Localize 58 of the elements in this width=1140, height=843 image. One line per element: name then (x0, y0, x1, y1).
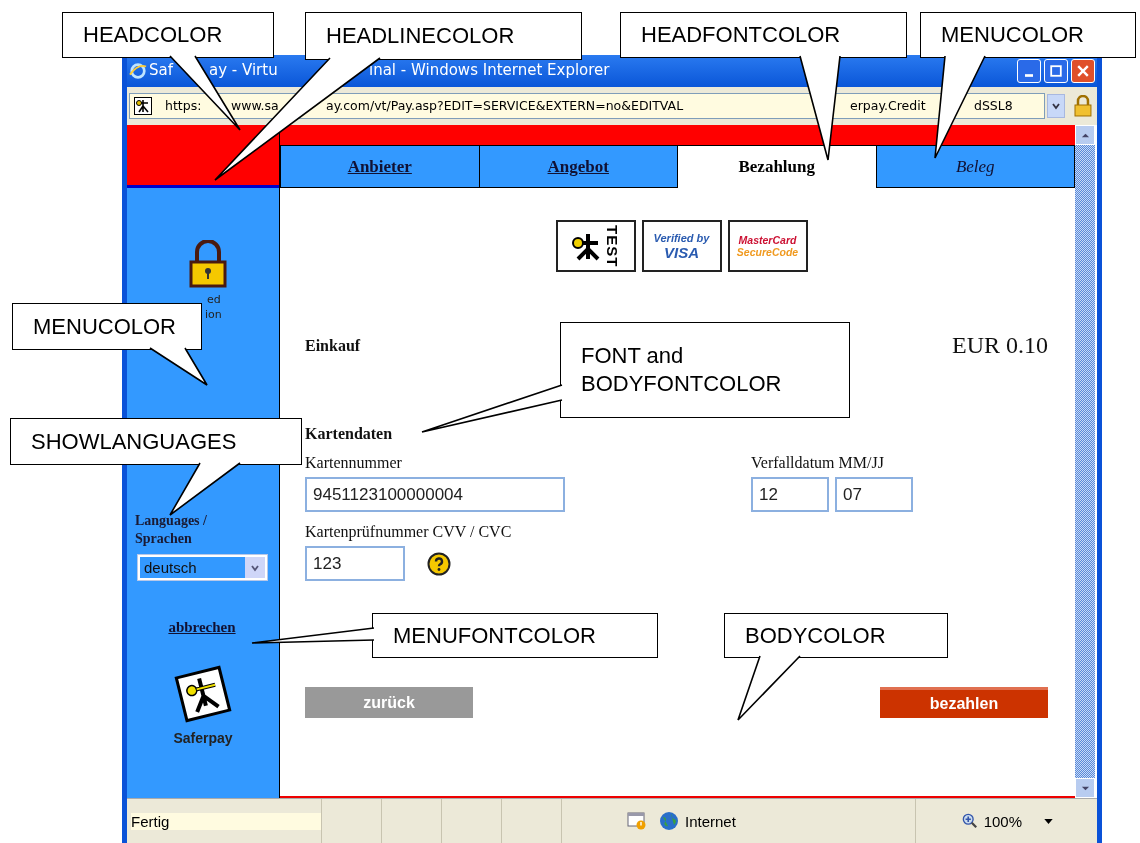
menu-label: ion (205, 308, 222, 321)
menu-label: ed (207, 293, 221, 306)
card-scheme-badge: MasterCard SecureCode (727, 220, 808, 272)
tab[interactable]: Beleg (876, 145, 1075, 188)
callout-label: HEADCOLOR (62, 12, 274, 58)
zoom-icon (961, 813, 978, 829)
field-label: Kartenprüfnummer CVV / CVC (305, 522, 513, 542)
logo-caption: Saferpay (173, 730, 233, 746)
scroll-up-button[interactable] (1075, 125, 1095, 145)
callout-label: MENUCOLOR (920, 12, 1136, 58)
zone-label: Internet (685, 812, 736, 830)
padlock-icon (1073, 95, 1093, 117)
window-title: Saf (149, 61, 173, 79)
address-field[interactable]: https: www.sa ay.com/vt/Pay.asp?EDIT=SERVICE&EXTERN=no&EDITVAL erpay.Credit dSSL8 (129, 93, 1046, 119)
window-title: inal - Windows Internet Explorer (369, 61, 610, 79)
close-button[interactable] (1071, 59, 1095, 83)
field-label: Kartennummer (305, 453, 403, 473)
amount: EUR 0.10 (952, 332, 1048, 359)
maximize-icon (1050, 65, 1062, 77)
padlock-icon (188, 240, 228, 288)
callout-label: HEADLINECOLOR (305, 12, 582, 60)
card-number-field[interactable]: 9451123100000004 (305, 477, 565, 512)
callout-label: MENUFONTCOLOR (372, 613, 658, 658)
chevron-down-icon (1051, 101, 1062, 111)
pay-button[interactable]: bezahlen (880, 687, 1048, 718)
scrollbar[interactable] (1075, 125, 1095, 798)
callout-pointer (149, 347, 208, 386)
status-text: Fertig (131, 812, 321, 830)
field-label: Verfalldatum MM/JJ (751, 453, 885, 473)
dropdown-button[interactable] (1047, 94, 1066, 118)
browser-logo-icon (129, 62, 147, 80)
help-icon[interactable] (427, 551, 451, 576)
test-badge: TEST (555, 220, 636, 272)
maximize-button[interactable] (1044, 59, 1068, 83)
window-title: ay - Virtu (209, 61, 278, 79)
language-select[interactable]: deutsch (137, 554, 268, 581)
globe-icon (659, 811, 679, 831)
expiry-field[interactable]: 12 (751, 477, 829, 512)
zoom-level[interactable]: 100% (983, 812, 1022, 830)
close-icon (1077, 65, 1089, 77)
caret-icon[interactable] (1044, 818, 1053, 824)
cancel-link[interactable]: abbrechen (168, 619, 236, 636)
callout-pointer (737, 655, 801, 721)
tab[interactable]: Anbieter (280, 145, 480, 188)
cvv-field[interactable]: 123 (305, 546, 405, 581)
minimize-button[interactable] (1017, 59, 1041, 83)
minimize-icon (1025, 73, 1033, 77)
section-title: Kartendaten (305, 425, 394, 443)
key-logo-icon (134, 97, 152, 115)
languages-label: Languages / Sprachen (135, 512, 208, 548)
callout-pointer (169, 462, 241, 516)
card-scheme-badge: Verified by VISA (641, 220, 722, 272)
tab[interactable]: Angebot (479, 145, 678, 188)
popup-warning-icon (627, 812, 647, 830)
callout-label: FONT and BODYFONTCOLOR (560, 322, 850, 418)
purchase-label: Einkauf (305, 336, 361, 355)
scroll-down-button[interactable] (1075, 778, 1095, 798)
expiry-field[interactable]: 07 (835, 477, 913, 512)
